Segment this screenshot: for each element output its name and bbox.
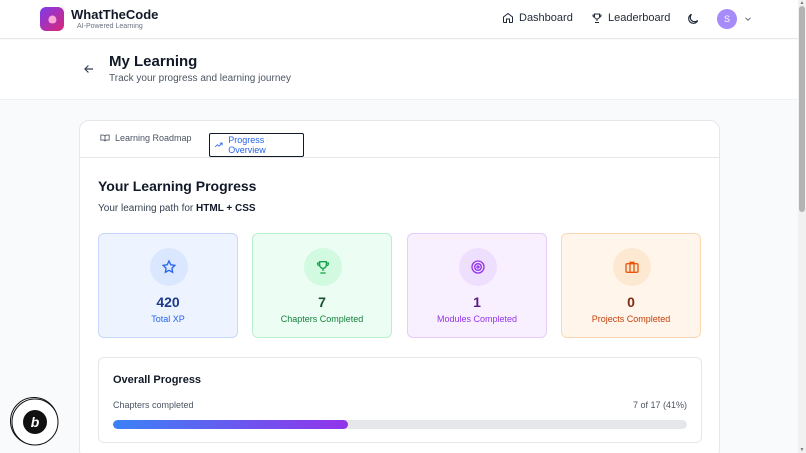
top-navbar: WhatTheCode AI-Powered Learning Dashboar… <box>0 0 798 39</box>
stat-label: Modules Completed <box>436 314 518 324</box>
trophy-icon <box>316 261 330 274</box>
stat-card-projects: 0 Projects Completed <box>561 233 701 338</box>
page-subtitle: Track your progress and learning journey <box>109 73 291 84</box>
progress-bar-track <box>113 420 687 429</box>
trending-up-icon <box>214 142 223 148</box>
nav-dashboard-label: Dashboard <box>519 12 573 24</box>
page-scrollbar[interactable]: ▲ ▼ <box>798 0 806 453</box>
chevron-down-icon[interactable] <box>743 14 753 24</box>
learning-path-name: HTML + CSS <box>196 203 256 214</box>
nav-leaderboard-label: Leaderboard <box>608 12 671 24</box>
brain-icon <box>48 15 57 24</box>
nav-dashboard-link[interactable]: Dashboard <box>502 12 573 24</box>
avatar[interactable]: S <box>717 9 737 29</box>
scroll-down-icon[interactable]: ▼ <box>799 447 805 453</box>
stat-label: Projects Completed <box>591 314 671 324</box>
back-arrow-icon[interactable] <box>82 62 96 76</box>
star-icon <box>161 259 177 274</box>
brand-tagline: AI-Powered Learning <box>77 23 143 30</box>
progress-bar-fill <box>113 420 349 429</box>
stat-value: 1 <box>473 294 481 310</box>
stat-card-chapters: 7 Chapters Completed <box>252 233 392 338</box>
overall-progress-count: 7 of 17 (41%) <box>632 400 687 410</box>
stat-card-total-xp: 420 Total XP <box>98 233 238 338</box>
tab-progress-overview-label: Progress Overview <box>228 135 266 155</box>
page-header: My Learning Track your progress and lear… <box>0 40 798 100</box>
bolt-logo-icon: b <box>11 398 59 446</box>
stat-value: 7 <box>318 294 326 310</box>
briefcase-icon <box>625 261 639 273</box>
tab-learning-roadmap[interactable]: Learning Roadmap <box>100 133 192 143</box>
bolt-badge-logo[interactable]: b <box>10 397 59 446</box>
tab-learning-roadmap-label: Learning Roadmap <box>115 133 192 143</box>
stat-value: 0 <box>627 294 635 310</box>
home-icon <box>503 12 513 23</box>
learning-path-prefix: Your learning path for <box>98 203 194 214</box>
target-icon <box>471 260 485 274</box>
svg-text:b: b <box>31 414 40 430</box>
overall-progress-card: Overall Progress Chapters completed 7 of… <box>98 357 702 443</box>
stat-card-modules: 1 Modules Completed <box>407 233 547 338</box>
stat-label: Total XP <box>151 314 185 324</box>
logo-icon[interactable] <box>40 7 64 31</box>
progress-card-container: Learning Roadmap Progress Overview Your … <box>79 120 720 453</box>
brand-name[interactable]: WhatTheCode <box>71 7 158 22</box>
stat-label: Chapters Completed <box>280 314 364 324</box>
overall-progress-label: Chapters completed <box>113 400 194 410</box>
page-title: My Learning <box>109 53 198 70</box>
section-title: Your Learning Progress <box>98 178 257 194</box>
nav-leaderboard-link[interactable]: Leaderboard <box>591 12 670 24</box>
trophy-icon <box>592 13 602 23</box>
book-open-icon <box>100 134 110 142</box>
stat-value: 420 <box>156 294 180 310</box>
learning-path-text: Your learning path for HTML + CSS <box>98 203 256 214</box>
overall-progress-title: Overall Progress <box>113 374 202 386</box>
scrollbar-thumb[interactable] <box>799 6 805 212</box>
tab-progress-overview[interactable]: Progress Overview <box>209 133 304 157</box>
moon-icon[interactable] <box>686 12 700 26</box>
tab-bar: Learning Roadmap Progress Overview <box>80 121 719 158</box>
